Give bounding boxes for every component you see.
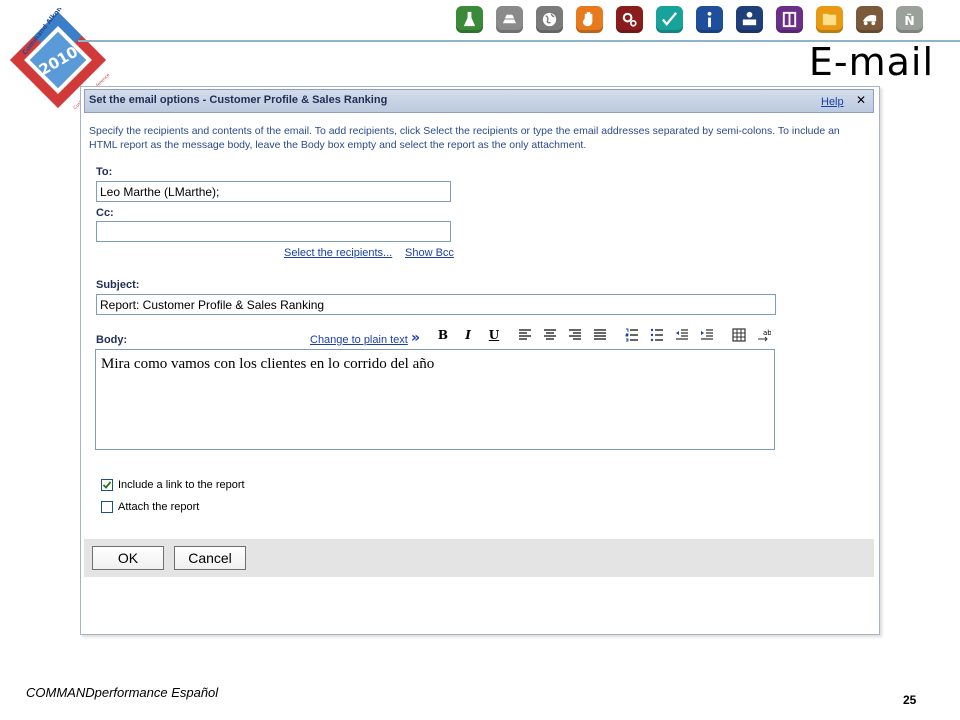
slide-title: E-mail [808,40,934,84]
include-link-label: Include a link to the report [118,479,245,491]
checkmark-icon [102,481,112,489]
cc-field[interactable] [96,221,451,242]
italic-label: I [465,328,471,342]
body-text-area[interactable]: Mira como vamos con los clientes en lo c… [95,349,775,450]
spell-check-icon[interactable]: ab [753,326,775,344]
insert-table-icon[interactable] [728,326,750,344]
justify-icon[interactable] [589,326,611,344]
cancel-button[interactable]: Cancel [174,546,246,570]
underline-label: U [488,328,500,342]
instructions-text: Specify the recipients and contents of t… [89,125,840,151]
stack-icon[interactable] [496,6,523,33]
dialog-title: Set the email options - Customer Profile… [89,94,388,106]
help-link[interactable]: Help [821,96,844,108]
gears-icon[interactable] [616,6,643,33]
outdent-icon[interactable] [671,326,693,344]
subject-label: Subject: [96,279,140,291]
svg-text:Ñ: Ñ [904,13,914,28]
to-field[interactable]: Leo Marthe (LMarthe); [96,181,451,202]
page-number: 25 [903,693,917,707]
select-recipients-link[interactable]: Select the recipients... [284,247,392,259]
footer-text: COMMANDperformance Español [26,685,219,700]
align-right-icon[interactable] [564,326,586,344]
align-center-icon[interactable] [539,326,561,344]
cc-label: Cc: [96,207,114,219]
globe-icon[interactable] [536,6,563,33]
numbered-list-icon[interactable] [621,326,643,344]
change-to-plain-text-link[interactable]: Change to plain text [310,334,408,346]
check-icon[interactable] [656,6,683,33]
body-label: Body: [96,334,128,346]
door-icon[interactable] [776,6,803,33]
double-arrow-icon[interactable]: » [411,330,420,346]
folder-icon[interactable] [816,6,843,33]
person-desk-icon[interactable] [736,6,763,33]
truck-icon[interactable] [856,6,883,33]
include-link-checkbox[interactable] [101,479,113,491]
subject-field[interactable]: Report: Customer Profile & Sales Ranking [96,294,776,315]
underline-button[interactable]: U [483,326,505,344]
top-icon-bar: Ñ [456,6,923,36]
flask-icon[interactable] [456,6,483,33]
spell-check-text: ab [763,329,771,337]
bold-button[interactable]: B [432,326,454,344]
letter-n-icon[interactable]: Ñ [896,6,923,33]
bold-label: B [437,328,449,342]
bullet-list-icon[interactable] [646,326,668,344]
attach-report-checkbox[interactable] [101,501,113,513]
italic-button[interactable]: I [457,326,479,344]
to-label: To: [96,166,113,178]
indent-icon[interactable] [696,326,718,344]
hand-icon[interactable] [576,6,603,33]
close-icon[interactable]: ✕ [856,93,866,107]
info-icon[interactable] [696,6,723,33]
align-left-icon[interactable] [514,326,536,344]
ok-button[interactable]: OK [92,546,164,570]
show-bcc-link[interactable]: Show Bcc [405,247,454,259]
attach-report-label: Attach the report [118,501,200,513]
